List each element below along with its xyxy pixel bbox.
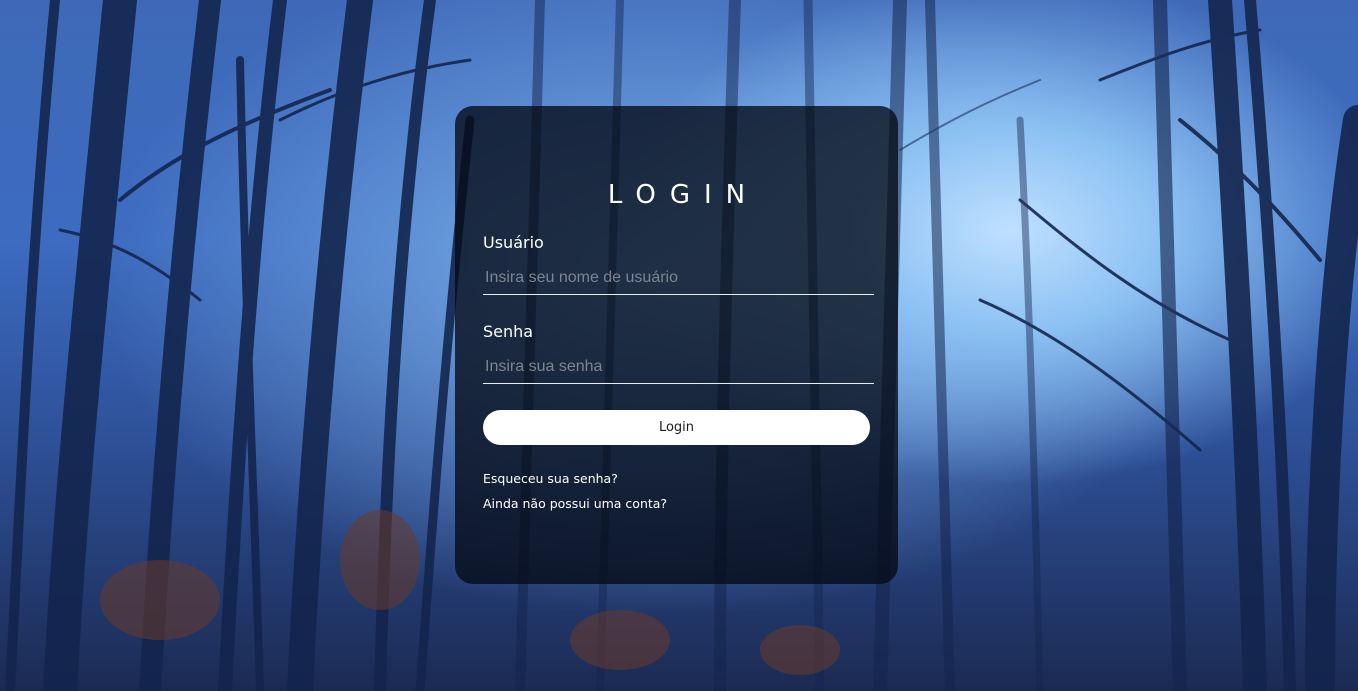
- password-label: Senha: [483, 322, 534, 341]
- password-input[interactable]: [483, 350, 874, 384]
- forgot-password-link[interactable]: Esqueceu sua senha?: [483, 471, 618, 486]
- signup-link[interactable]: Ainda não possui uma conta?: [483, 496, 667, 511]
- login-card: LOGIN Usuário Senha Login Esqueceu sua s…: [455, 106, 898, 584]
- login-button[interactable]: Login: [483, 410, 870, 445]
- login-title: LOGIN: [607, 180, 760, 210]
- username-input[interactable]: [483, 261, 874, 295]
- username-label: Usuário: [483, 233, 544, 252]
